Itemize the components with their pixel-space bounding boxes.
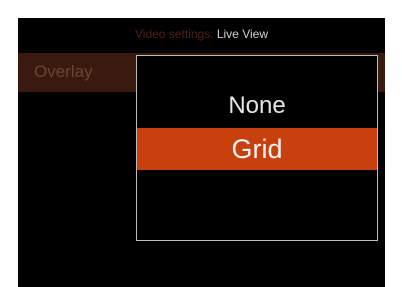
- page-title: Video settings: Live View: [18, 18, 385, 52]
- menu-item-label: Overlay: [34, 62, 93, 81]
- camera-screen: Video settings: Live View Overlay None G…: [18, 18, 385, 287]
- option-none[interactable]: None: [137, 85, 377, 127]
- option-grid[interactable]: Grid: [137, 128, 377, 170]
- title-prefix: Video settings:: [135, 27, 214, 41]
- overlay-options-popup: None Grid: [136, 55, 378, 241]
- title-value: Live View: [216, 27, 268, 41]
